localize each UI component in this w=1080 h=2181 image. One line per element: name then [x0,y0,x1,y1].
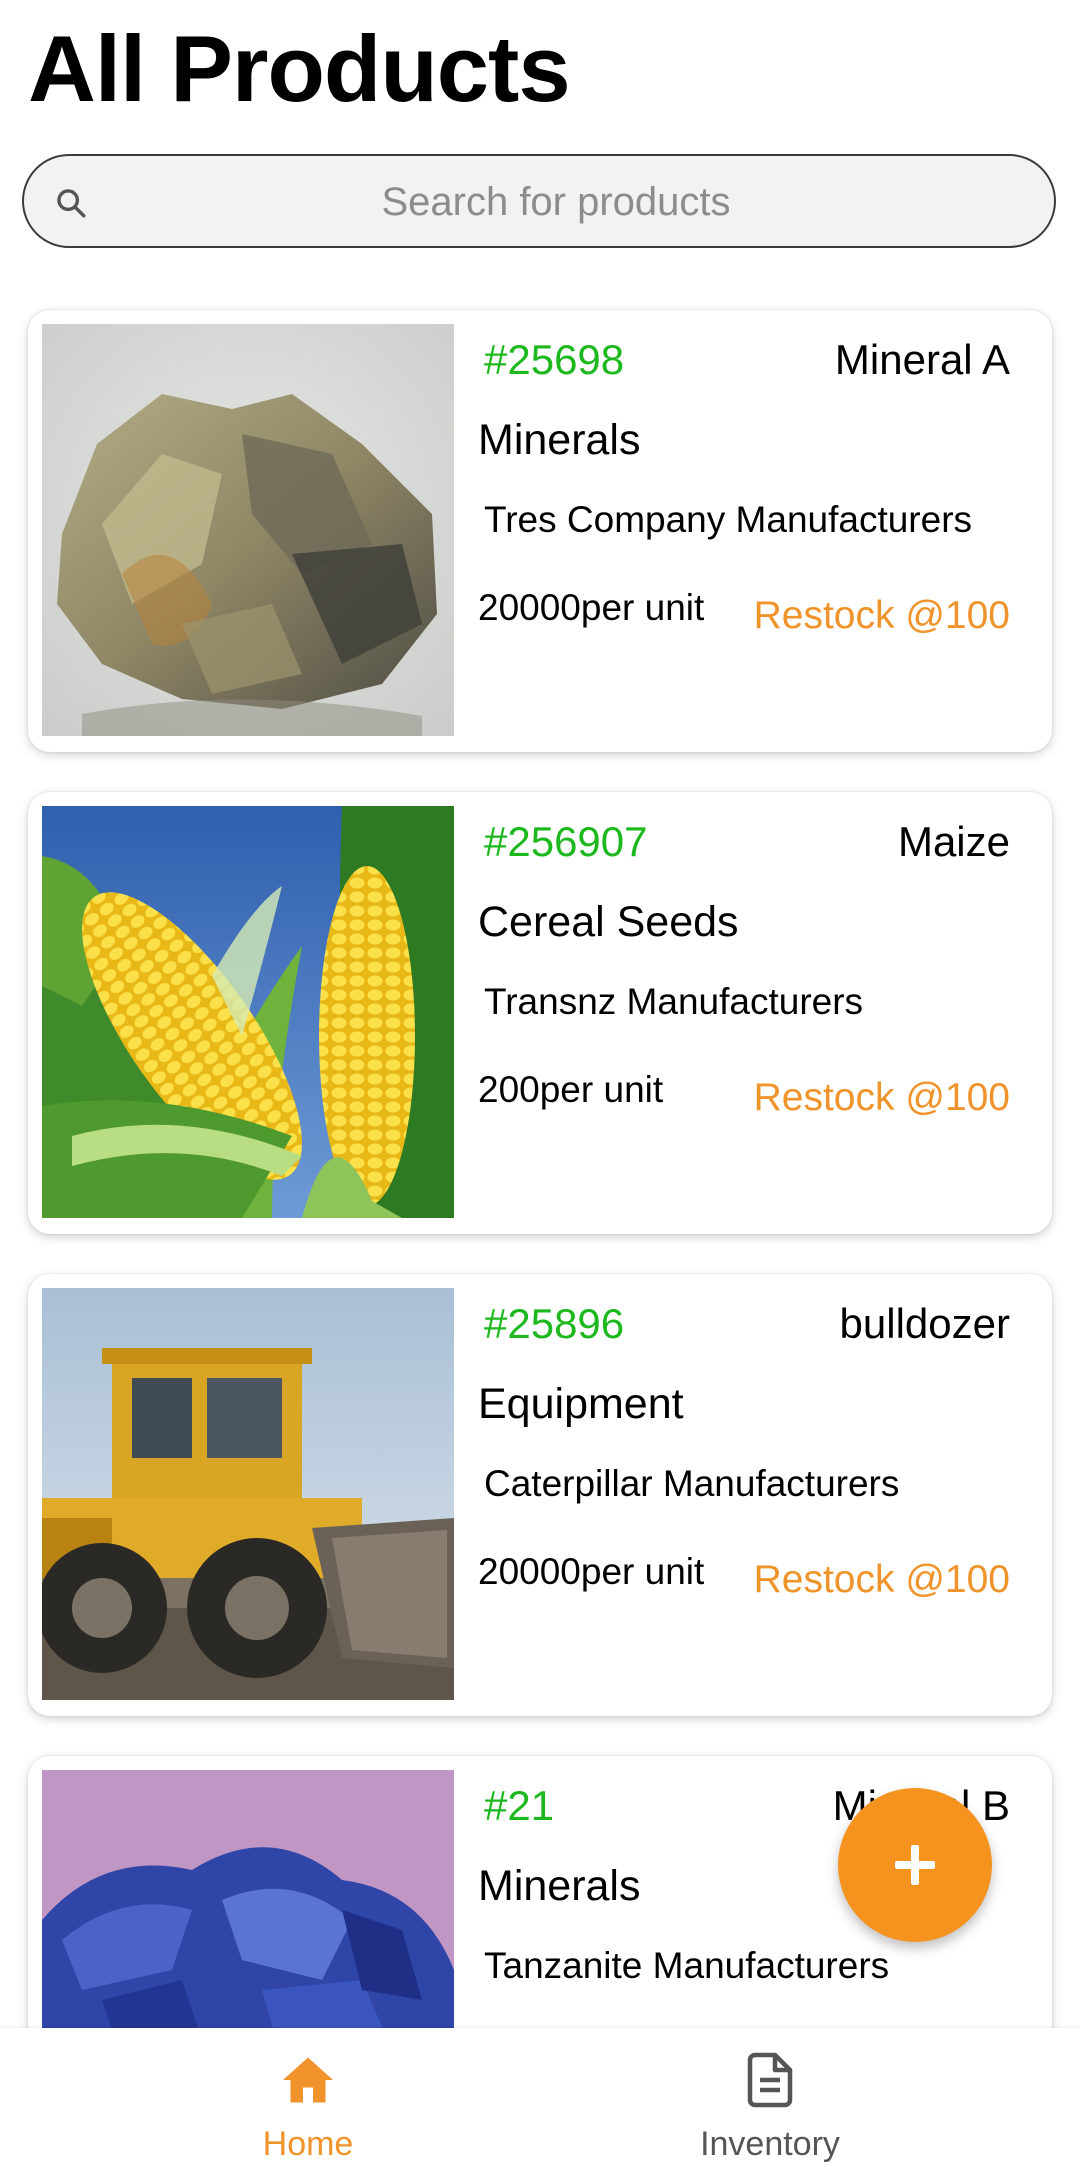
nav-item-home[interactable]: Home [158,2028,458,2181]
product-manufacturer: Transnz Manufacturers [484,981,864,1022]
restock-label: Restock @100 [753,1558,1010,1601]
product-manufacturer: Tres Company Manufacturers [484,499,973,540]
search-icon [57,189,86,218]
product-id: #25698 [484,336,625,383]
product-id: #256907 [484,818,648,865]
product-category: Minerals [478,1862,641,1910]
nav-label: Inventory [700,2125,840,2163]
product-category: Equipment [478,1380,684,1428]
product-id: #25896 [484,1300,625,1347]
product-id: #21 [484,1782,555,1829]
add-product-button[interactable] [838,1788,992,1942]
product-image [42,806,454,1218]
product-manufacturer: Caterpillar Manufacturers [484,1463,900,1504]
product-price: 200per unit [478,1069,664,1110]
product-card[interactable]: #25698 Mineral A Minerals Tres Company M… [28,310,1052,752]
product-price: 20000per unit [478,1551,705,1592]
product-name: Mineral A [834,336,1010,383]
page-title: All Products [28,16,571,121]
product-name: bulldozer [839,1300,1010,1347]
nav-item-inventory[interactable]: Inventory [620,2028,920,2181]
bottom-navigation: Home Inventory [0,2028,1080,2181]
all-products-screen: All Products Search for products #25698 … [0,0,1080,2181]
product-name: Maize [897,818,1010,865]
product-category: Minerals [478,416,641,464]
product-image [42,1288,454,1700]
product-category: Cereal Seeds [478,898,739,946]
product-image [42,324,454,736]
home-icon [283,2057,333,2103]
restock-label: Restock @100 [753,1076,1010,1119]
restock-label: Restock @100 [753,594,1010,637]
search-bar[interactable] [22,154,1056,248]
product-card[interactable]: #25896 bulldozer Equipment Caterpillar M… [28,1274,1052,1716]
product-card[interactable]: #256907 Maize Cereal Seeds Transnz Manuf… [28,792,1052,1234]
plus-icon [895,1845,935,1885]
product-price: 20000per unit [478,587,705,628]
search-input[interactable] [104,156,1008,248]
nav-label: Home [262,2125,354,2163]
document-icon [747,2052,793,2108]
product-manufacturer: Tanzanite Manufacturers [484,1945,890,1986]
